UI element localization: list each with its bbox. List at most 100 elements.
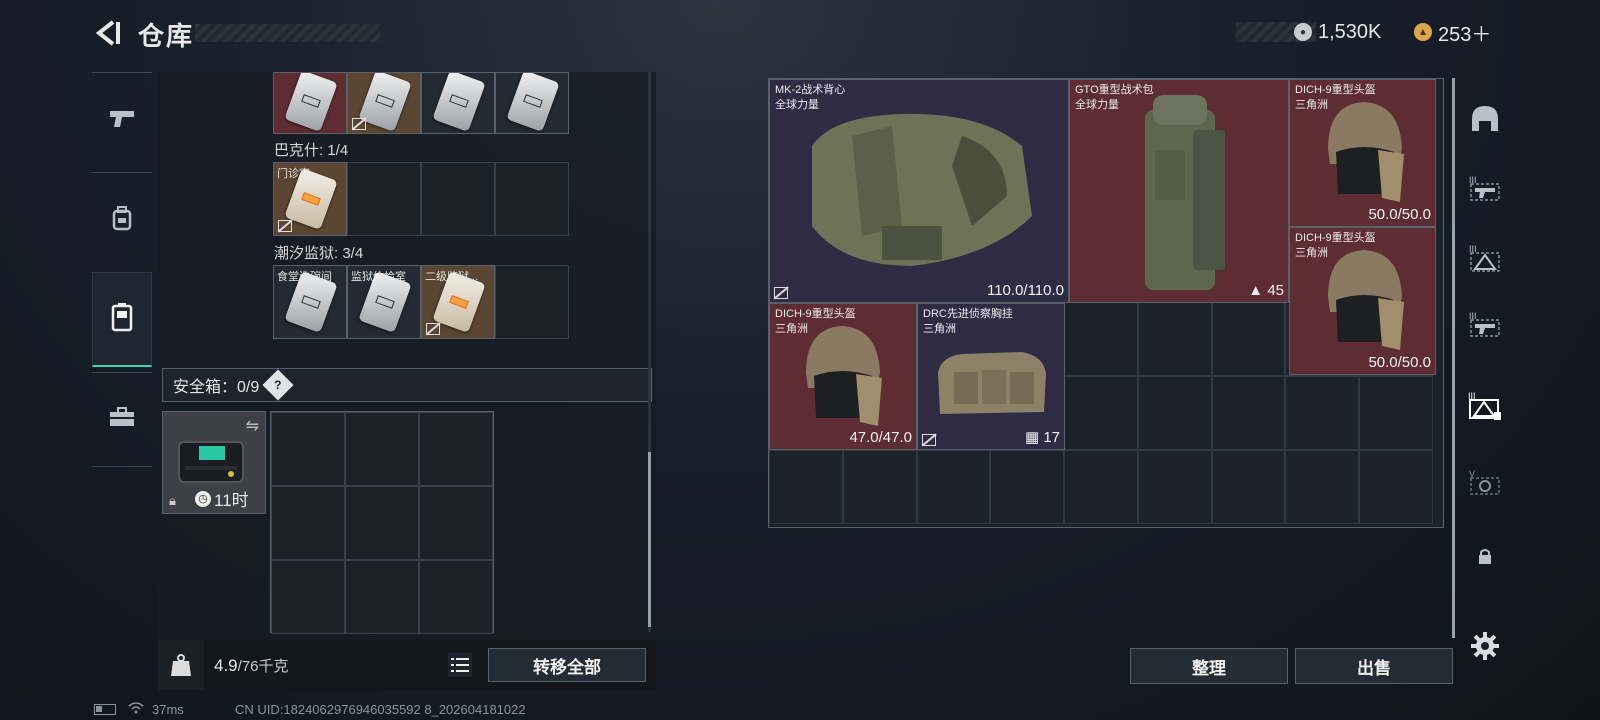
scrollbar-thumb[interactable] — [648, 452, 651, 627]
item-card[interactable] — [421, 72, 495, 134]
active-slot-icon[interactable]: III — [1466, 386, 1504, 426]
silver-currency[interactable]: ● 1,530K — [1294, 18, 1381, 46]
grid-slot[interactable] — [1064, 450, 1138, 525]
grid-slot[interactable] — [1211, 450, 1286, 525]
nav-vest[interactable] — [92, 272, 152, 367]
grid-slot[interactable] — [1211, 301, 1286, 376]
durability-value: 47.0/47.0 — [849, 429, 912, 446]
empty-slot[interactable] — [271, 486, 345, 560]
no-transfer-icon — [278, 220, 292, 232]
grid-slot[interactable] — [1285, 450, 1359, 525]
item-dich9-helmet[interactable]: DICH-9重型头盔 三角洲 50.0/50.0 — [1289, 79, 1436, 227]
grid-slot[interactable] — [1064, 375, 1138, 450]
scrollbar-thumb[interactable] — [1452, 78, 1455, 638]
chest-slot-3-icon[interactable]: III — [1466, 238, 1504, 278]
item-name: DRC先进侦察胸挂 三角洲 — [923, 308, 1013, 335]
gear-icon[interactable] — [1466, 626, 1504, 666]
weight-icon — [158, 640, 204, 690]
item-dich9-helmet[interactable]: DICH-9重型头盔 三角洲 50.0/50.0 — [1289, 227, 1436, 375]
item-dich9-helmet[interactable]: DICH-9重型头盔 三角洲 47.0/47.0 — [769, 303, 917, 450]
item-clinic-keycard[interactable]: 门诊室 — [273, 162, 347, 236]
item-card[interactable] — [495, 72, 569, 134]
left-category-nav — [92, 72, 152, 475]
container-grid: MK-2战术背心 全球力量 110.0/110.0 GTO重型战术包 全球力量 ▲ … — [768, 78, 1444, 528]
left-scrollbar[interactable] — [648, 72, 651, 632]
grid-slot[interactable] — [1064, 301, 1138, 376]
weight-value: 4.9 — [214, 656, 238, 675]
clock-icon: ◷ — [195, 490, 211, 507]
battery-icon — [94, 703, 116, 715]
grid-slot[interactable] — [990, 450, 1064, 525]
nav-weapons[interactable] — [92, 72, 152, 167]
safebox-item[interactable]: ⇋ 🔒︎ ◷ 11时 — [162, 411, 266, 514]
grid-slot[interactable] — [842, 450, 917, 525]
empty-slot[interactable] — [347, 162, 421, 236]
item-label: 监狱体检室 — [351, 271, 406, 283]
item-keycard[interactable]: 食堂洗碗间 — [273, 265, 347, 339]
grid-slot[interactable] — [1359, 375, 1433, 450]
section-bakesh-label: 巴克什: 1/4 — [274, 142, 349, 159]
grid-slot[interactable] — [1137, 375, 1212, 450]
empty-slot[interactable] — [495, 162, 569, 236]
sort-button[interactable]: 整理 — [1130, 648, 1288, 684]
gold-currency[interactable]: ▲ 253＋ — [1414, 18, 1491, 46]
empty-slot[interactable] — [421, 162, 495, 236]
section-prison-label: 潮汐监狱: 3/4 — [274, 245, 364, 262]
wifi-icon — [128, 701, 144, 717]
durability-value: 50.0/50.0 — [1368, 354, 1431, 371]
nav-backpack[interactable] — [92, 172, 152, 267]
empty-slot[interactable] — [419, 486, 493, 560]
uid-text: CN UID:1824062976946035592 8_20260418102… — [235, 701, 526, 717]
safebox-grid — [270, 411, 494, 634]
grid-slot[interactable] — [1359, 450, 1433, 525]
inventory-left-panel: 巴克什: 1/4 门诊室 潮汐监狱: 3/4 食堂洗碗间 监狱体检室 二级监狱.… — [158, 72, 656, 690]
sell-button[interactable]: 出售 — [1295, 648, 1453, 684]
helmet-icon[interactable] — [1466, 98, 1504, 138]
gun-slot-3-icon[interactable]: III — [1466, 168, 1504, 208]
item-card[interactable] — [273, 72, 347, 134]
item-keycard[interactable]: 监狱体检室 — [347, 265, 421, 339]
chest-rig-image — [938, 352, 1046, 414]
gun-slot-5-icon[interactable]: V — [1466, 462, 1504, 502]
right-scrollbar[interactable] — [1452, 78, 1455, 638]
item-keycard[interactable]: 二级监狱... — [421, 265, 495, 339]
safebox-timer: ◷ 11时 — [195, 486, 249, 511]
grid-slot[interactable] — [916, 450, 991, 525]
grid-slot[interactable] — [1211, 375, 1286, 450]
back-arrow-icon[interactable] — [92, 18, 122, 48]
grid-slot[interactable] — [1137, 450, 1212, 525]
item-label: 食堂洗碗间 — [277, 271, 332, 283]
transfer-all-button[interactable]: 转移全部 — [488, 648, 646, 682]
gun-slot-3b-icon[interactable]: III — [1466, 304, 1504, 344]
title-decoration — [195, 24, 380, 42]
empty-slot[interactable] — [271, 412, 345, 486]
nav-toolbox[interactable] — [92, 372, 152, 467]
ping-value: 37ms — [152, 701, 184, 717]
grid-slot[interactable] — [1137, 301, 1212, 376]
list-icon[interactable] — [448, 653, 472, 677]
timer-text: 11时 — [214, 491, 249, 510]
grid-slot[interactable] — [769, 450, 843, 525]
empty-slot[interactable] — [271, 560, 345, 634]
item-label: 二级监狱... — [425, 271, 479, 283]
empty-slot[interactable] — [495, 265, 569, 339]
silver-coin-icon: ● — [1294, 23, 1312, 41]
vest-icon — [110, 302, 134, 337]
durability-value: 50.0/50.0 — [1368, 206, 1431, 223]
empty-slot[interactable] — [345, 486, 419, 560]
weight-readout: 4.9/76千克 — [214, 655, 289, 676]
empty-slot[interactable] — [419, 412, 493, 486]
grid-slot[interactable] — [1285, 375, 1359, 450]
no-transfer-icon — [774, 287, 788, 299]
item-mk2-vest[interactable]: MK-2战术背心 全球力量 110.0/110.0 — [769, 79, 1069, 303]
help-icon[interactable]: ? — [262, 369, 294, 401]
empty-slot[interactable] — [345, 560, 419, 634]
vest-image — [812, 113, 1032, 266]
empty-slot[interactable] — [419, 560, 493, 634]
empty-slot[interactable] — [345, 412, 419, 486]
item-drc-chest-rig[interactable]: DRC先进侦察胸挂 三角洲 ▦ 17 — [917, 303, 1065, 450]
item-gto-backpack[interactable]: GTO重型战术包 全球力量 ▲ 45 — [1069, 79, 1289, 303]
item-name: MK-2战术背心 全球力量 — [775, 84, 846, 111]
item-card[interactable] — [347, 72, 421, 134]
swap-icon[interactable]: ⇋ — [246, 416, 259, 436]
